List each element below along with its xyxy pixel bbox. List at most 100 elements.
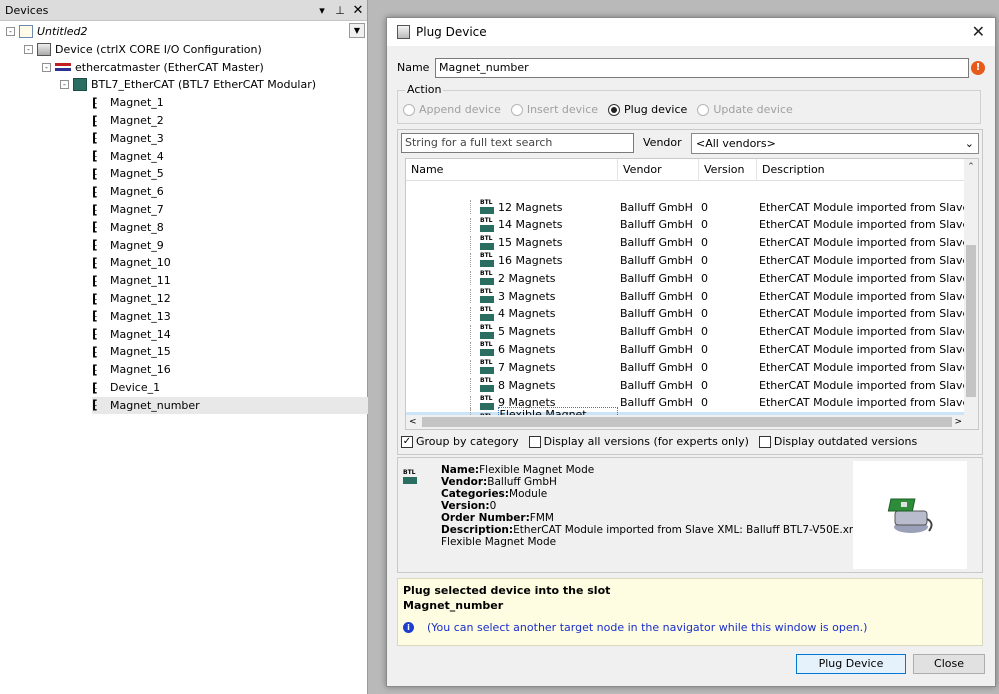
- options-row: ✓ Group by category Display all versions …: [401, 435, 917, 448]
- cell-version: 0: [701, 342, 708, 356]
- tree-node[interactable]: ⁅ Magnet_3: [92, 130, 368, 147]
- collapse-icon[interactable]: -: [60, 80, 69, 90]
- column-header-vendor[interactable]: Vendor: [618, 159, 699, 180]
- tree-node-label: Magnet_14: [110, 327, 171, 341]
- cell-description: EtherCAT Module imported from Slave XML:…: [759, 325, 966, 339]
- tree-node[interactable]: ⁅ Magnet_6: [92, 183, 368, 200]
- tree-node-label: Magnet_10: [110, 256, 171, 270]
- cell-vendor: Balluff GmbH: [620, 360, 693, 374]
- vertical-scrollbar[interactable]: ⌃: [964, 159, 978, 417]
- scroll-left-icon[interactable]: <: [409, 415, 417, 429]
- column-header-version[interactable]: Version: [699, 159, 757, 180]
- checkbox-group-by-category[interactable]: ✓ Group by category: [401, 435, 519, 448]
- table-row[interactable]: BTL 14 Magnets Balluff GmbH 0 EtherCAT Modul…: [406, 216, 966, 234]
- tree-node[interactable]: ⁅ Magnet_11: [92, 272, 368, 289]
- radio-append-device[interactable]: Append device: [403, 103, 501, 116]
- close-icon[interactable]: ✕: [349, 3, 367, 18]
- table-row[interactable]: BTL 6 Magnets Balluff GmbH 0 EtherCAT Module…: [406, 340, 966, 358]
- table-row[interactable]: BTL 12 Magnets Balluff GmbH 0 EtherCAT Modul…: [406, 198, 966, 216]
- radio-update-device[interactable]: Update device: [697, 103, 793, 116]
- table-row[interactable]: BTL 7 Magnets Balluff GmbH 0 EtherCAT Module…: [406, 358, 966, 376]
- dialog-title: Plug Device: [416, 25, 487, 39]
- tree-node[interactable]: ⁅ Magnet_8: [92, 219, 368, 236]
- module-icon-text: BTL: [480, 199, 493, 206]
- tree-node[interactable]: ⁅ Magnet_1: [92, 94, 368, 111]
- cell-version: 0: [701, 307, 708, 321]
- name-input[interactable]: Magnet_number: [435, 58, 969, 78]
- table-row[interactable]: BTL 8 Magnets Balluff GmbH 0 EtherCAT Module…: [406, 376, 966, 394]
- horizontal-scrollbar[interactable]: < >: [406, 415, 978, 429]
- search-input[interactable]: String for a full text search: [401, 133, 634, 153]
- radio-insert-device[interactable]: Insert device: [510, 103, 598, 116]
- table-row[interactable]: BTL 5 Magnets Balluff GmbH 0 EtherCAT Module…: [406, 323, 966, 341]
- tree-node[interactable]: - ethercatmaster (EtherCAT Master): [42, 59, 368, 76]
- device-info-text: Name:Flexible Magnet Mode Vendor:Balluff…: [441, 464, 905, 548]
- tree-node[interactable]: ⁅ Magnet_4: [92, 148, 368, 165]
- table-row[interactable]: BTL 16 Magnets Balluff GmbH 0 EtherCAT Modul…: [406, 251, 966, 269]
- info-key: Order Number:: [441, 512, 530, 524]
- column-header-description[interactable]: Description: [757, 159, 966, 180]
- module-icon-text: BTL: [480, 252, 493, 260]
- cell-description: EtherCAT Module imported from Slave XML:…: [759, 307, 966, 321]
- slot-icon: ⁅: [92, 309, 98, 324]
- plug-slot-name: Magnet_number: [403, 599, 504, 612]
- radio-plug-device[interactable]: Plug device: [608, 103, 687, 116]
- tree-node-label: Magnet_5: [110, 167, 164, 181]
- tree-node[interactable]: ⁅ Magnet_5: [92, 165, 368, 182]
- collapse-icon[interactable]: -: [24, 44, 33, 54]
- action-label: Action: [405, 83, 444, 96]
- tree-node[interactable]: ⁅ Magnet_number: [92, 396, 368, 414]
- tree-node[interactable]: ⁅ Magnet_7: [92, 201, 368, 218]
- tree-node[interactable]: ⁅ Magnet_15: [92, 343, 368, 360]
- tree-node[interactable]: - BTL7_EtherCAT (BTL7 EtherCAT Modular): [60, 76, 368, 93]
- info-version-value: 0: [489, 500, 497, 512]
- module-icon-text: BTL: [480, 234, 493, 242]
- table-row[interactable]: BTL 2 Magnets Balluff GmbH 0 EtherCAT Module…: [406, 269, 966, 287]
- tree-node[interactable]: ⁅ Magnet_12: [92, 290, 368, 307]
- scrollbar-thumb[interactable]: [966, 245, 976, 397]
- table-row[interactable]: BTL 15 Magnets Balluff GmbH 0 EtherCAT Modul…: [406, 234, 966, 252]
- pin-icon[interactable]: ⊥: [331, 4, 349, 17]
- scrollbar-thumb[interactable]: [422, 417, 952, 427]
- collapse-icon[interactable]: -: [42, 62, 51, 72]
- dropdown-icon[interactable]: ▾: [313, 4, 331, 17]
- plug-device-button[interactable]: Plug Device: [796, 654, 906, 674]
- master-icon: [55, 63, 71, 72]
- module-icon: BTL: [480, 252, 494, 268]
- checkbox-display-outdated-versions[interactable]: Display outdated versions: [758, 435, 917, 448]
- column-header-name[interactable]: Name: [406, 159, 618, 180]
- cell-description: EtherCAT Module imported from Slave XML:…: [759, 289, 966, 303]
- tree-node[interactable]: ⁅ Magnet_10: [92, 254, 368, 271]
- close-button[interactable]: Close: [913, 654, 985, 674]
- checkbox-display-all-versions[interactable]: Display all versions (for experts only): [528, 435, 749, 448]
- cell-version: 0: [701, 253, 708, 267]
- plug-hint-text: (You can select another target node in t…: [427, 621, 868, 634]
- collapse-icon[interactable]: -: [6, 27, 15, 36]
- vendor-select[interactable]: <All vendors> ⌄: [691, 133, 979, 154]
- table-row[interactable]: BTL 3 Magnets Balluff GmbH 0 EtherCAT Module…: [406, 287, 966, 305]
- tree-node[interactable]: ⁅ Magnet_16: [92, 361, 368, 378]
- grid-header: Name Vendor Version Description: [406, 159, 966, 181]
- plug-title: Plug selected device into the slot: [403, 584, 611, 597]
- scroll-right-icon[interactable]: >: [954, 415, 962, 429]
- tree-node-label: Magnet_number: [110, 398, 200, 412]
- scroll-up-icon[interactable]: ⌃: [964, 159, 978, 175]
- cell-name: BTL 3 Magnets: [406, 289, 618, 303]
- tree-node-label: Magnet_8: [110, 220, 164, 234]
- tree-node[interactable]: - Device (ctrlX CORE I/O Configuration): [24, 41, 368, 58]
- radio-icon: [697, 103, 710, 116]
- tree-node[interactable]: - Untitled2: [6, 23, 368, 40]
- cell-name: BTL 15 Magnets: [406, 234, 618, 250]
- tree-node[interactable]: ⁅ Magnet_2: [92, 112, 368, 129]
- tree-node[interactable]: ⁅ Device_1: [92, 379, 368, 396]
- slot-icon: ⁅: [92, 113, 98, 128]
- plug-hint: i (You can select another target node in…: [403, 621, 867, 634]
- info-categories-value: Module: [509, 488, 548, 500]
- tree-node[interactable]: ⁅ Magnet_13: [92, 308, 368, 325]
- close-icon[interactable]: ✕: [972, 22, 985, 41]
- table-row[interactable]: BTL 4 Magnets Balluff GmbH 0 EtherCAT Module…: [406, 305, 966, 323]
- tree-node[interactable]: ⁅ Magnet_9: [92, 237, 368, 254]
- tree-node[interactable]: ⁅ Magnet_14: [92, 326, 368, 343]
- checkbox-label: Group by category: [416, 435, 519, 448]
- slot-icon: ⁅: [92, 149, 98, 164]
